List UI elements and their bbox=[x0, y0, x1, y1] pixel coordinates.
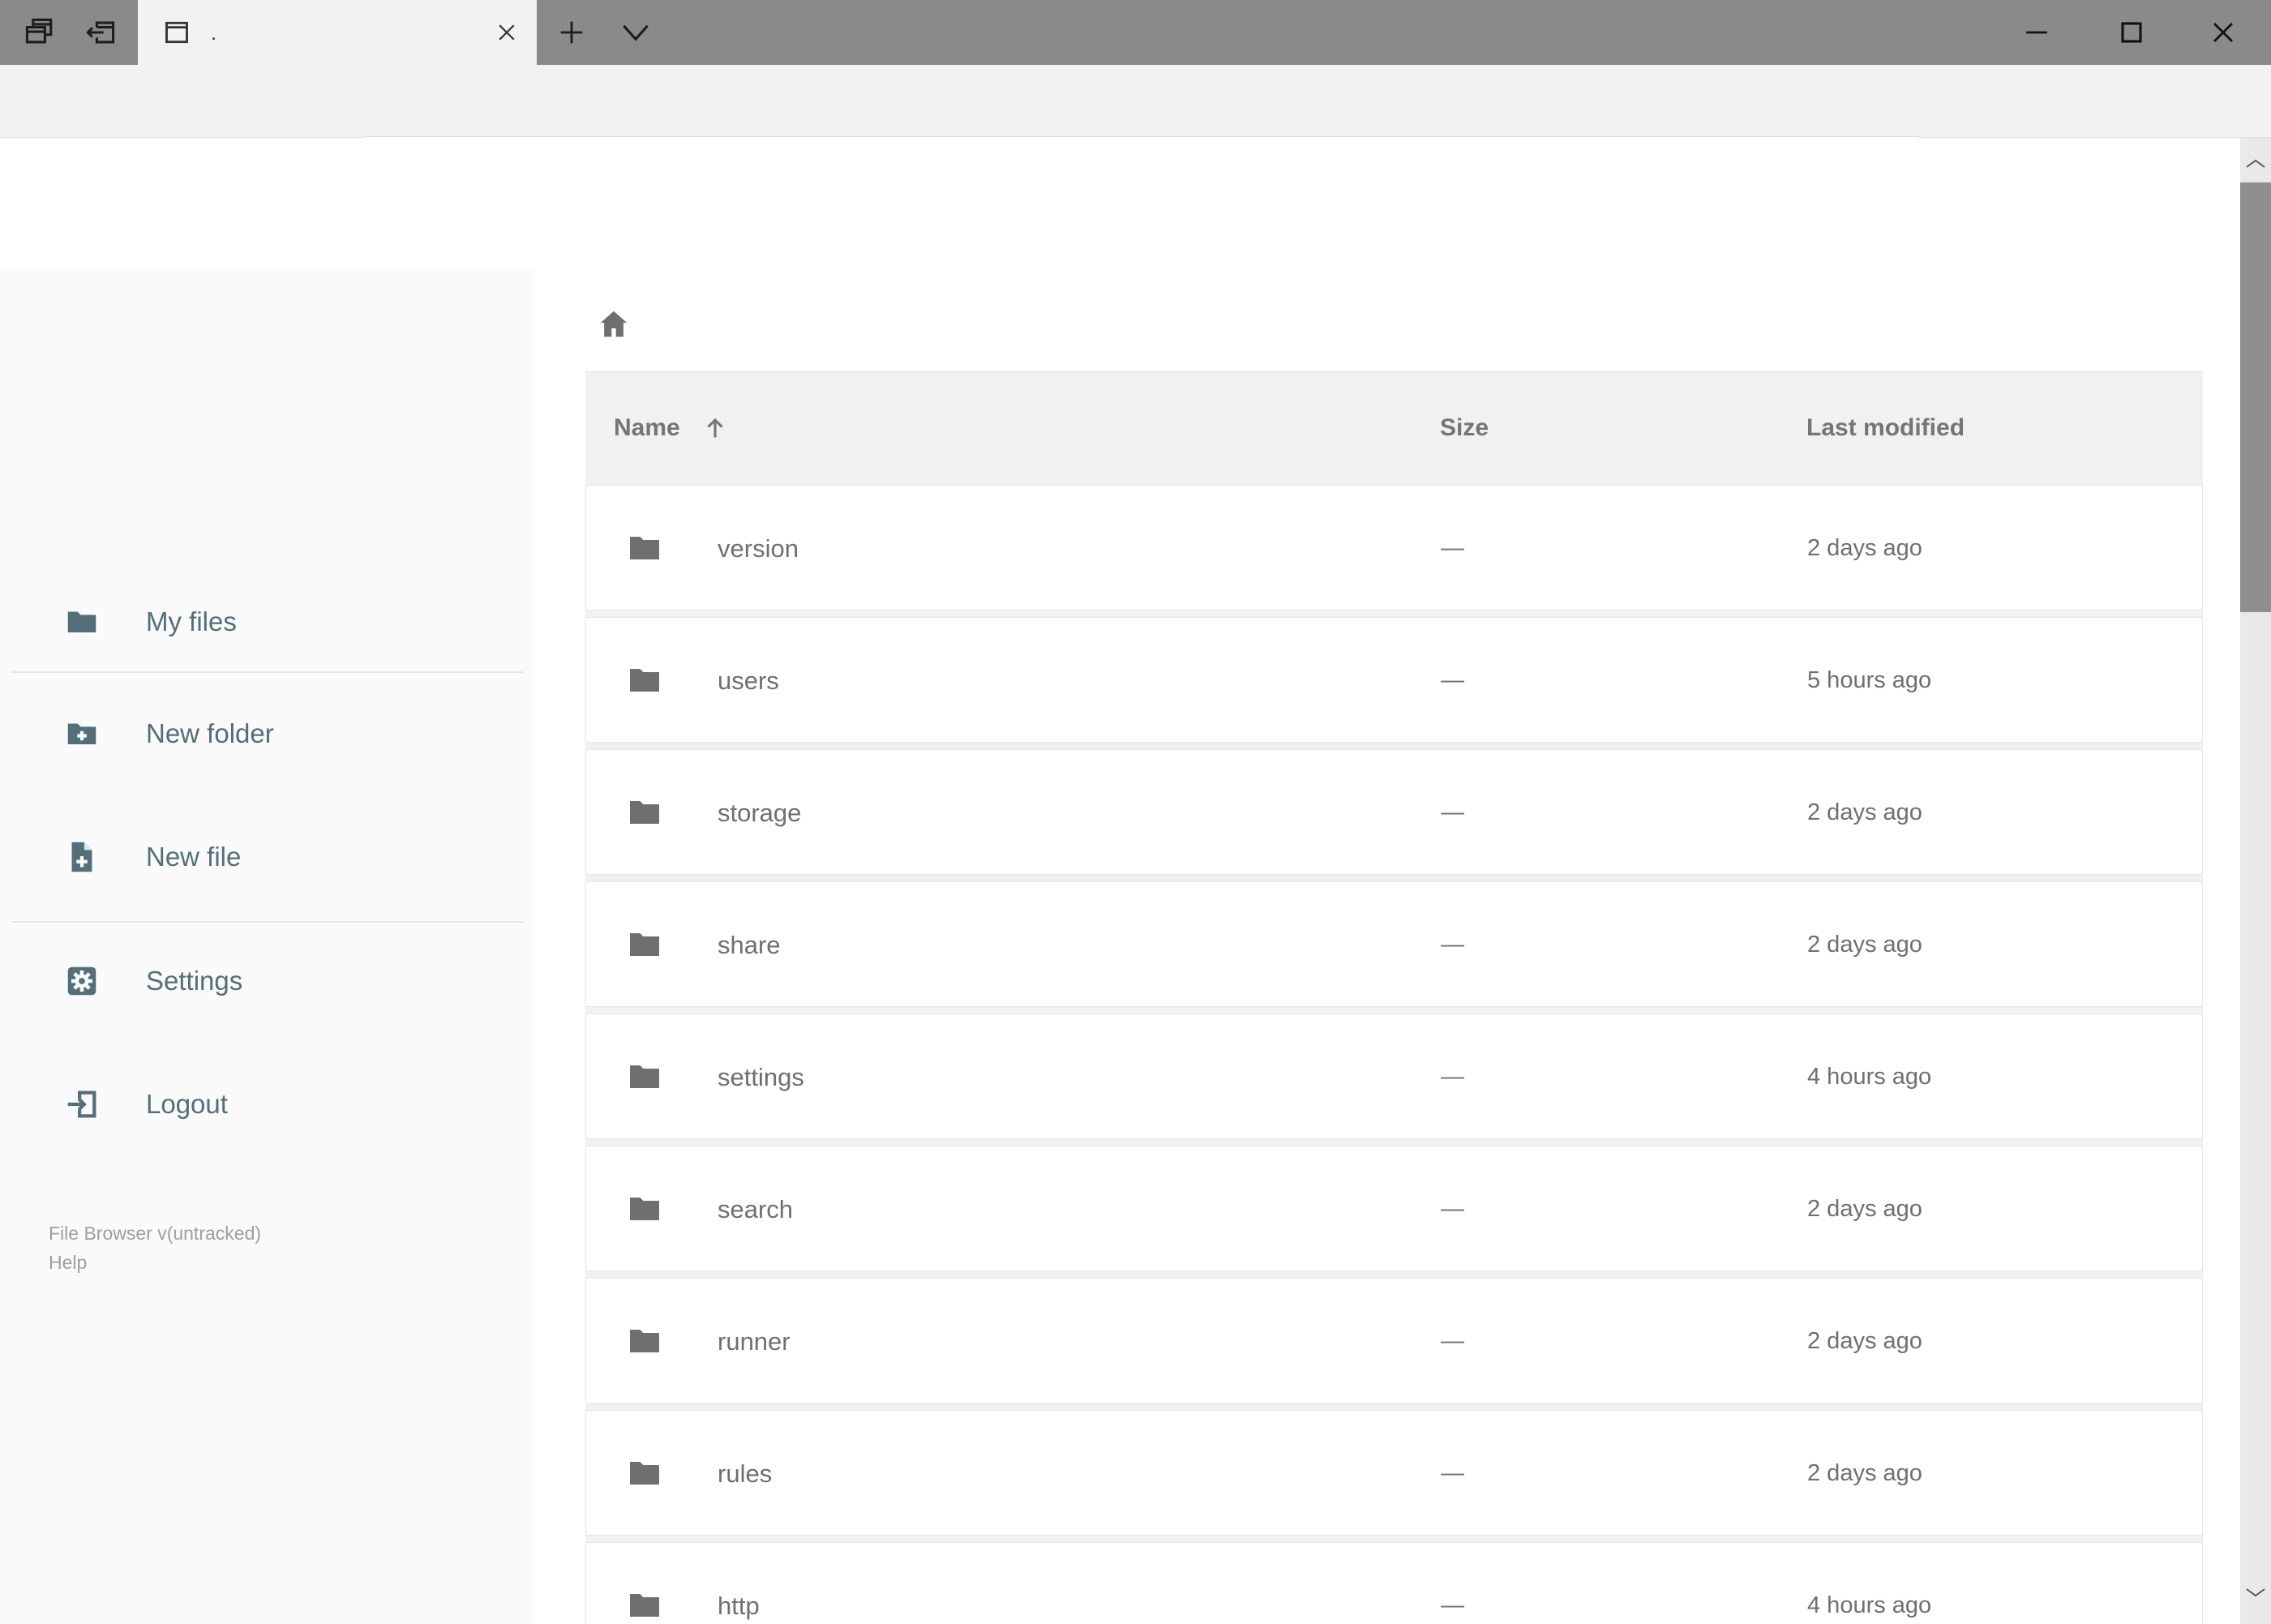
file-name: settings bbox=[718, 1062, 804, 1091]
folder-icon bbox=[625, 1454, 664, 1493]
browser-titlebar: . bbox=[0, 0, 2271, 65]
file-modified: 2 days ago bbox=[1807, 1328, 1922, 1354]
file-size: — bbox=[1441, 932, 1464, 958]
file-name: rules bbox=[718, 1459, 773, 1488]
folder-icon bbox=[625, 1057, 664, 1096]
main-content: Name Size Last modified version — 2 days… bbox=[535, 268, 2271, 1624]
new-tab-icon[interactable] bbox=[555, 16, 588, 49]
file-size: — bbox=[1441, 1328, 1464, 1354]
sidebar-label: Settings bbox=[146, 966, 243, 996]
folder-icon bbox=[625, 661, 664, 700]
window-minimize-icon[interactable] bbox=[2019, 15, 2055, 50]
file-name: runner bbox=[718, 1326, 791, 1356]
file-modified: 2 days ago bbox=[1807, 1196, 1922, 1222]
sidebar-label: Logout bbox=[146, 1089, 228, 1119]
set-tabs-aside-icon[interactable] bbox=[81, 15, 120, 50]
file-size: — bbox=[1441, 535, 1464, 561]
folder-icon bbox=[625, 793, 664, 832]
file-listing: Name Size Last modified version — 2 days… bbox=[585, 371, 2203, 1624]
column-label: Name bbox=[614, 413, 680, 441]
file-size: — bbox=[1441, 1592, 1464, 1618]
file-size: — bbox=[1441, 667, 1464, 693]
screen: . Search... My files New folder New file… bbox=[0, 0, 2271, 1624]
sidebar-label: New folder bbox=[146, 718, 274, 748]
file-modified: 4 hours ago bbox=[1807, 1592, 1932, 1618]
file-row-runner[interactable]: runner — 2 days ago bbox=[585, 1278, 2203, 1403]
file-size: — bbox=[1441, 1460, 1464, 1486]
sidebar-item-new-file[interactable]: New file bbox=[0, 812, 535, 902]
folder-icon bbox=[625, 1586, 664, 1624]
sidebar-item-settings[interactable]: Settings bbox=[0, 936, 535, 1026]
file-modified: 2 days ago bbox=[1807, 932, 1922, 958]
file-row-users[interactable]: users — 5 hours ago bbox=[585, 617, 2203, 743]
sidebar: My files New folder New file Settings Lo… bbox=[0, 268, 535, 1624]
file-modified: 2 days ago bbox=[1807, 1460, 1922, 1486]
tab-dropdown-icon[interactable] bbox=[618, 21, 653, 45]
sidebar-label: New file bbox=[146, 842, 242, 872]
tab-title: . bbox=[211, 19, 217, 45]
folder-icon bbox=[63, 603, 101, 641]
window-maximize-icon[interactable] bbox=[2114, 15, 2149, 50]
file-size: — bbox=[1441, 1064, 1464, 1090]
new-file-icon bbox=[63, 838, 101, 876]
column-header-name[interactable]: Name bbox=[614, 372, 729, 483]
app-version-text: File Browser v(untracked) bbox=[49, 1223, 262, 1244]
file-row-storage[interactable]: storage — 2 days ago bbox=[585, 749, 2203, 875]
page-icon bbox=[161, 16, 193, 49]
column-header-modified[interactable]: Last modified bbox=[1806, 372, 1965, 483]
file-row-version[interactable]: version — 2 days ago bbox=[585, 485, 2203, 611]
settings-gear-icon bbox=[63, 962, 101, 1000]
sidebar-divider bbox=[11, 671, 524, 673]
browser-tab[interactable]: . bbox=[138, 0, 537, 65]
folder-icon bbox=[625, 1322, 664, 1360]
file-modified: 4 hours ago bbox=[1807, 1064, 1932, 1090]
file-row-rules[interactable]: rules — 2 days ago bbox=[585, 1410, 2203, 1536]
folder-icon bbox=[625, 529, 664, 568]
file-row-share[interactable]: share — 2 days ago bbox=[585, 881, 2203, 1007]
scroll-down-icon[interactable] bbox=[2245, 1586, 2266, 1599]
filebrowser-header bbox=[0, 138, 2271, 399]
file-name: search bbox=[718, 1194, 794, 1223]
logout-icon bbox=[63, 1086, 101, 1123]
sort-ascending-icon bbox=[701, 414, 729, 442]
sidebar-item-new-folder[interactable]: New folder bbox=[0, 689, 535, 778]
file-size: — bbox=[1441, 799, 1464, 825]
file-name: http bbox=[718, 1591, 760, 1620]
scrollbar-thumb[interactable] bbox=[2240, 182, 2271, 612]
folder-icon bbox=[625, 925, 664, 964]
file-name: version bbox=[718, 533, 799, 563]
sidebar-label: My files bbox=[146, 606, 237, 636]
new-folder-icon bbox=[63, 715, 101, 752]
folder-icon bbox=[625, 1189, 664, 1228]
column-header-size[interactable]: Size bbox=[1440, 372, 1489, 483]
file-modified: 5 hours ago bbox=[1807, 667, 1932, 693]
sidebar-item-logout[interactable]: Logout bbox=[0, 1060, 535, 1149]
tab-preview-icon[interactable] bbox=[20, 15, 59, 50]
window-close-icon[interactable] bbox=[2205, 15, 2241, 50]
file-row-search[interactable]: search — 2 days ago bbox=[585, 1146, 2203, 1271]
file-size: — bbox=[1441, 1196, 1464, 1222]
file-name: share bbox=[718, 930, 781, 959]
sidebar-item-my-files[interactable]: My files bbox=[0, 577, 535, 666]
file-name: storage bbox=[718, 798, 802, 827]
sidebar-divider bbox=[11, 921, 524, 923]
tab-close-icon[interactable] bbox=[495, 20, 519, 45]
file-modified: 2 days ago bbox=[1807, 799, 1922, 825]
file-row-http[interactable]: http — 4 hours ago bbox=[585, 1542, 2203, 1624]
scroll-up-icon[interactable] bbox=[2245, 157, 2266, 170]
file-name: users bbox=[718, 666, 779, 695]
breadcrumb-home-icon[interactable] bbox=[595, 306, 632, 343]
help-link[interactable]: Help bbox=[49, 1252, 87, 1274]
file-modified: 2 days ago bbox=[1807, 535, 1922, 561]
file-row-settings[interactable]: settings — 4 hours ago bbox=[585, 1013, 2203, 1139]
page-scrollbar[interactable] bbox=[2240, 138, 2271, 1624]
browser-navbar: filebrowser.web/files/ bbox=[0, 65, 2271, 196]
